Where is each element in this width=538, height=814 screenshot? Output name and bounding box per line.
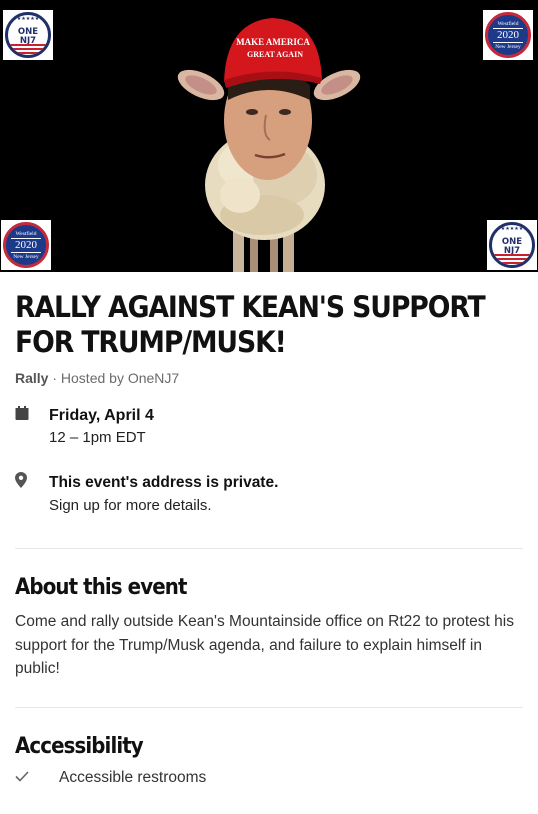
- logo-text-state: New Jersey: [495, 43, 521, 50]
- map-pin-icon: [15, 472, 49, 493]
- event-time: 12 – 1pm EDT: [49, 429, 146, 446]
- logo-text-westfield: Westfield: [497, 20, 519, 27]
- event-details: RALLY AGAINST KEAN'S SUPPORT FOR TRUMP/M…: [0, 290, 538, 787]
- onenj7-logo-top-left: ★★★★★★★ ONE NJ7: [3, 10, 53, 60]
- westfield-2020-logo-top-right: Westfield 2020 New Jersey: [483, 10, 533, 60]
- event-title: RALLY AGAINST KEAN'S SUPPORT FOR TRUMP/M…: [15, 290, 486, 359]
- cap-text-line2: GREAT AGAIN: [247, 50, 303, 59]
- logo-text-year: 2020: [15, 238, 37, 251]
- accessibility-item-label: Accessible restrooms: [59, 768, 207, 786]
- event-date-time: Friday, April 4 12 – 1pm EDT: [15, 406, 523, 450]
- cap-text-line1: MAKE AMERICA: [236, 37, 310, 47]
- section-divider: [15, 548, 523, 549]
- sheep-with-cap-illustration: MAKE AMERICA GREAT AGAIN: [177, 18, 361, 272]
- event-date: Friday, April 4: [49, 407, 154, 424]
- check-icon: [15, 769, 59, 786]
- event-type: Rally: [15, 370, 49, 386]
- accessibility-item: Accessible restrooms: [15, 769, 523, 787]
- about-heading: About this event: [15, 575, 187, 600]
- event-host: · Hosted by OneNJ7: [48, 370, 180, 386]
- logo-text-state: New Jersey: [13, 253, 39, 260]
- logo-text-year: 2020: [497, 28, 519, 41]
- event-location: This event's address is private. Sign up…: [15, 472, 523, 518]
- section-divider: [15, 706, 523, 708]
- accessibility-heading: Accessibility: [15, 733, 144, 759]
- calendar-icon: [15, 406, 49, 426]
- logo-text-westfield: Westfield: [15, 230, 37, 237]
- onenj7-logo-bottom-right: ★★★★★★★ ONE NJ7: [487, 220, 537, 270]
- westfield-2020-logo-bottom-left: Westfield 2020 New Jersey: [1, 220, 51, 270]
- about-description: Come and rally outside Kean's Mountainsi…: [15, 613, 514, 677]
- event-meta: Rally · Hosted by OneNJ7: [15, 370, 523, 386]
- event-hero-image: MAKE AMERICA GREAT AGAIN ★★★★★★★ ONE NJ7…: [0, 0, 538, 272]
- address-signup-hint: Sign up for more details.: [49, 497, 212, 514]
- address-private-notice: This event's address is private.: [49, 474, 279, 491]
